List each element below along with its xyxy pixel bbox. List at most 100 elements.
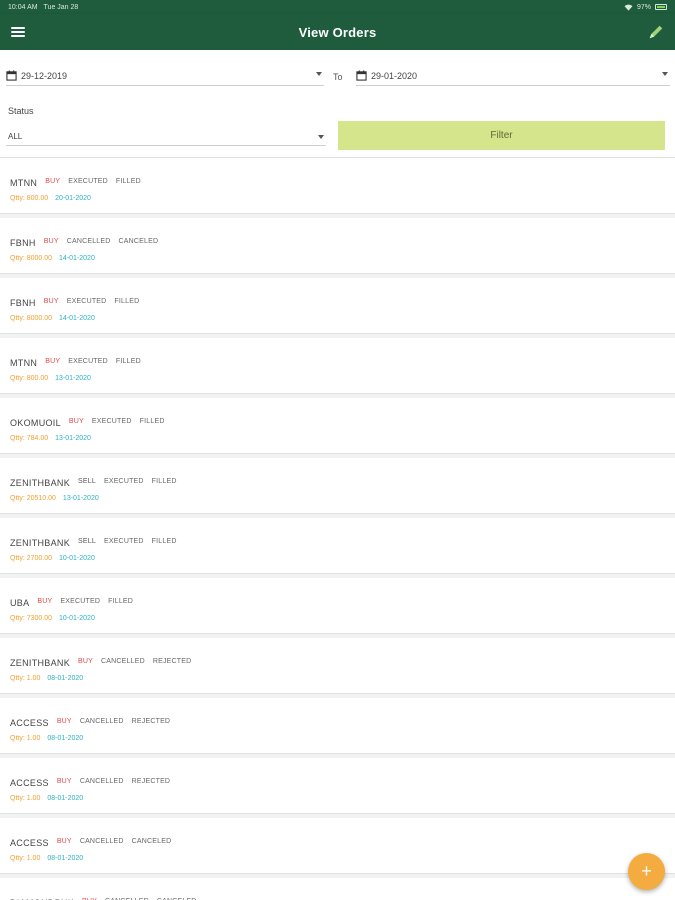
order-date: 13-01-2020 <box>55 375 91 382</box>
order-details: Qtty: 8000.00 14-01-2020 <box>10 315 95 322</box>
order-summary: ZENITHBANK BUY CANCELLED REJECTED <box>10 655 191 668</box>
to-date-picker[interactable]: 29-01-2020 <box>356 66 670 86</box>
add-order-button[interactable]: + <box>628 853 665 890</box>
filter-button[interactable]: Filter <box>338 121 665 150</box>
order-state: CANCELLED <box>79 718 124 725</box>
order-status: FILLED <box>115 178 141 185</box>
order-status: FILLED <box>114 298 140 305</box>
order-quantity: Qtty: 8000.00 <box>10 255 53 262</box>
order-date: 08-01-2020 <box>47 795 84 802</box>
order-state: CANCELLED <box>79 778 124 785</box>
order-quantity: Qtty: 7300.00 <box>10 615 53 622</box>
order-quantity: Qtty: 784.00 <box>10 435 49 442</box>
order-status: FILLED <box>108 598 134 605</box>
menu-button[interactable] <box>10 25 26 39</box>
edit-pen-icon[interactable] <box>647 23 665 41</box>
order-row[interactable]: FBNH BUY EXECUTED FILLED Qtty: 8000.00 14-01-… <box>0 278 675 334</box>
plus-icon: + <box>641 861 652 881</box>
order-row[interactable]: ACCESS BUY CANCELLED CANCELED Qtty: 1.00 08-0… <box>0 818 675 874</box>
order-details: Qtty: 1.00 08-01-2020 <box>10 795 83 802</box>
order-row[interactable]: MTNN BUY EXECUTED FILLED Qtty: 800.00 13-01-2… <box>0 338 675 394</box>
order-row[interactable]: ACCESS BUY CANCELLED REJECTED Qtty: 1.00 08-0… <box>0 698 675 754</box>
order-date: 14-01-2020 <box>59 255 95 262</box>
from-date-picker[interactable]: 29-12-2019 <box>6 66 324 86</box>
order-date: 10-01-2020 <box>59 615 95 622</box>
battery-percent: 97% <box>636 3 651 11</box>
order-row[interactable]: ZENITHBANK BUY CANCELLED REJECTED Qtty: 1.00… <box>0 638 675 694</box>
order-row[interactable]: ZENITHBANK SELL EXECUTED FILLED Qtty: 20510.… <box>0 458 675 514</box>
orders-list[interactable]: MTNN BUY EXECUTED FILLED Qtty: 800.00 20-01-2… <box>0 158 675 900</box>
order-state: EXECUTED <box>91 418 132 425</box>
order-side: BUY <box>56 838 72 845</box>
order-symbol: MTNN <box>10 358 38 368</box>
order-quantity: Qtty: 800.00 <box>10 195 49 202</box>
order-side: BUY <box>56 778 72 785</box>
order-summary: FBNH BUY EXECUTED FILLED <box>10 295 140 308</box>
order-symbol: ZENITHBANK <box>10 478 71 488</box>
order-symbol: FBNH <box>10 238 36 248</box>
order-quantity: Qtty: 2700.00 <box>10 555 53 562</box>
order-row[interactable]: MTNN BUY EXECUTED FILLED Qtty: 800.00 20-01-2… <box>0 158 675 214</box>
wifi-icon <box>624 4 633 11</box>
order-details: Qtty: 20510.00 13-01-2020 <box>10 495 99 502</box>
order-state: CANCELLED <box>79 838 124 845</box>
order-date: 08-01-2020 <box>47 855 84 862</box>
status-dropdown[interactable]: ALL <box>6 126 326 146</box>
order-row[interactable]: ACCESS BUY CANCELLED REJECTED Qtty: 1.00 08-0… <box>0 758 675 814</box>
order-quantity: Qtty: 800.00 <box>10 375 49 382</box>
order-row[interactable]: UBA BUY EXECUTED FILLED Qtty: 7300.00 10-01-2… <box>0 578 675 634</box>
order-state: EXECUTED <box>60 598 101 605</box>
order-side: SELL <box>78 538 96 545</box>
order-side: BUY <box>56 718 72 725</box>
order-row[interactable]: OKOMUOIL BUY EXECUTED FILLED Qtty: 784.00 13-… <box>0 398 675 454</box>
order-summary: ZENITHBANK SELL EXECUTED FILLED <box>10 475 177 488</box>
order-details: Qtty: 2700.00 10-01-2020 <box>10 555 95 562</box>
order-details: Qtty: 1.00 08-01-2020 <box>10 675 83 682</box>
order-quantity: Qtty: 1.00 <box>10 675 41 682</box>
order-details: Qtty: 8000.00 14-01-2020 <box>10 255 95 262</box>
order-row[interactable]: FBNH BUY CANCELLED CANCELED Qtty: 8000.00 14-… <box>0 218 675 274</box>
order-date: 08-01-2020 <box>47 675 84 682</box>
order-side: SELL <box>78 478 96 485</box>
order-summary: MTNN BUY EXECUTED FILLED <box>10 175 141 188</box>
order-symbol: FBNH <box>10 298 36 308</box>
battery-icon <box>655 4 667 10</box>
order-state: EXECUTED <box>68 358 108 365</box>
calendar-icon <box>6 70 17 81</box>
order-summary: ACCESS BUY CANCELLED CANCELED <box>10 835 172 848</box>
filter-panel: 29-12-2019 To 29-01-2020 Status ALL Filt… <box>0 50 675 158</box>
order-status: FILLED <box>139 418 165 425</box>
order-side: BUY <box>68 418 84 425</box>
order-side: BUY <box>43 238 59 245</box>
order-row[interactable]: ZENITHBANK SELL EXECUTED FILLED Qtty: 2700.0… <box>0 518 675 574</box>
order-quantity: Qtty: 1.00 <box>10 795 41 802</box>
order-side: BUY <box>43 298 59 305</box>
status-time: 10:04 AM <box>8 3 38 11</box>
page-title: View Orders <box>298 24 377 40</box>
order-summary: ZENITHBANK SELL EXECUTED FILLED <box>10 535 177 548</box>
order-quantity: Qtty: 8000.00 <box>10 315 53 322</box>
order-symbol: MTNN <box>10 178 38 188</box>
chevron-down-icon <box>316 72 322 76</box>
order-side: BUY <box>45 178 61 185</box>
order-symbol: ZENITHBANK <box>10 658 71 668</box>
order-quantity: Qtty: 1.00 <box>10 855 41 862</box>
from-date-value: 29-12-2019 <box>21 70 68 81</box>
order-status: REJECTED <box>131 718 171 725</box>
order-status: REJECTED <box>131 778 171 785</box>
status-label: Status <box>8 106 34 116</box>
order-symbol: ACCESS <box>10 838 49 848</box>
menu-icon-line <box>11 31 25 33</box>
order-status: CANCELED <box>131 838 172 845</box>
calendar-icon <box>356 70 367 81</box>
order-symbol: OKOMUOIL <box>10 418 61 428</box>
order-date: 13-01-2020 <box>55 435 91 442</box>
status-date: Tue Jan 28 <box>43 3 79 11</box>
order-row[interactable]: DIAMONDBNKBUYCANCELLEDCANCELEDQtty: 1.00… <box>0 878 675 900</box>
order-status: FILLED <box>151 538 177 545</box>
order-quantity: Qtty: 20510.00 <box>10 495 56 502</box>
order-state: CANCELLED <box>66 238 111 245</box>
order-summary: OKOMUOIL BUY EXECUTED FILLED <box>10 415 165 428</box>
order-state: EXECUTED <box>68 178 108 185</box>
order-side: BUY <box>45 358 61 365</box>
